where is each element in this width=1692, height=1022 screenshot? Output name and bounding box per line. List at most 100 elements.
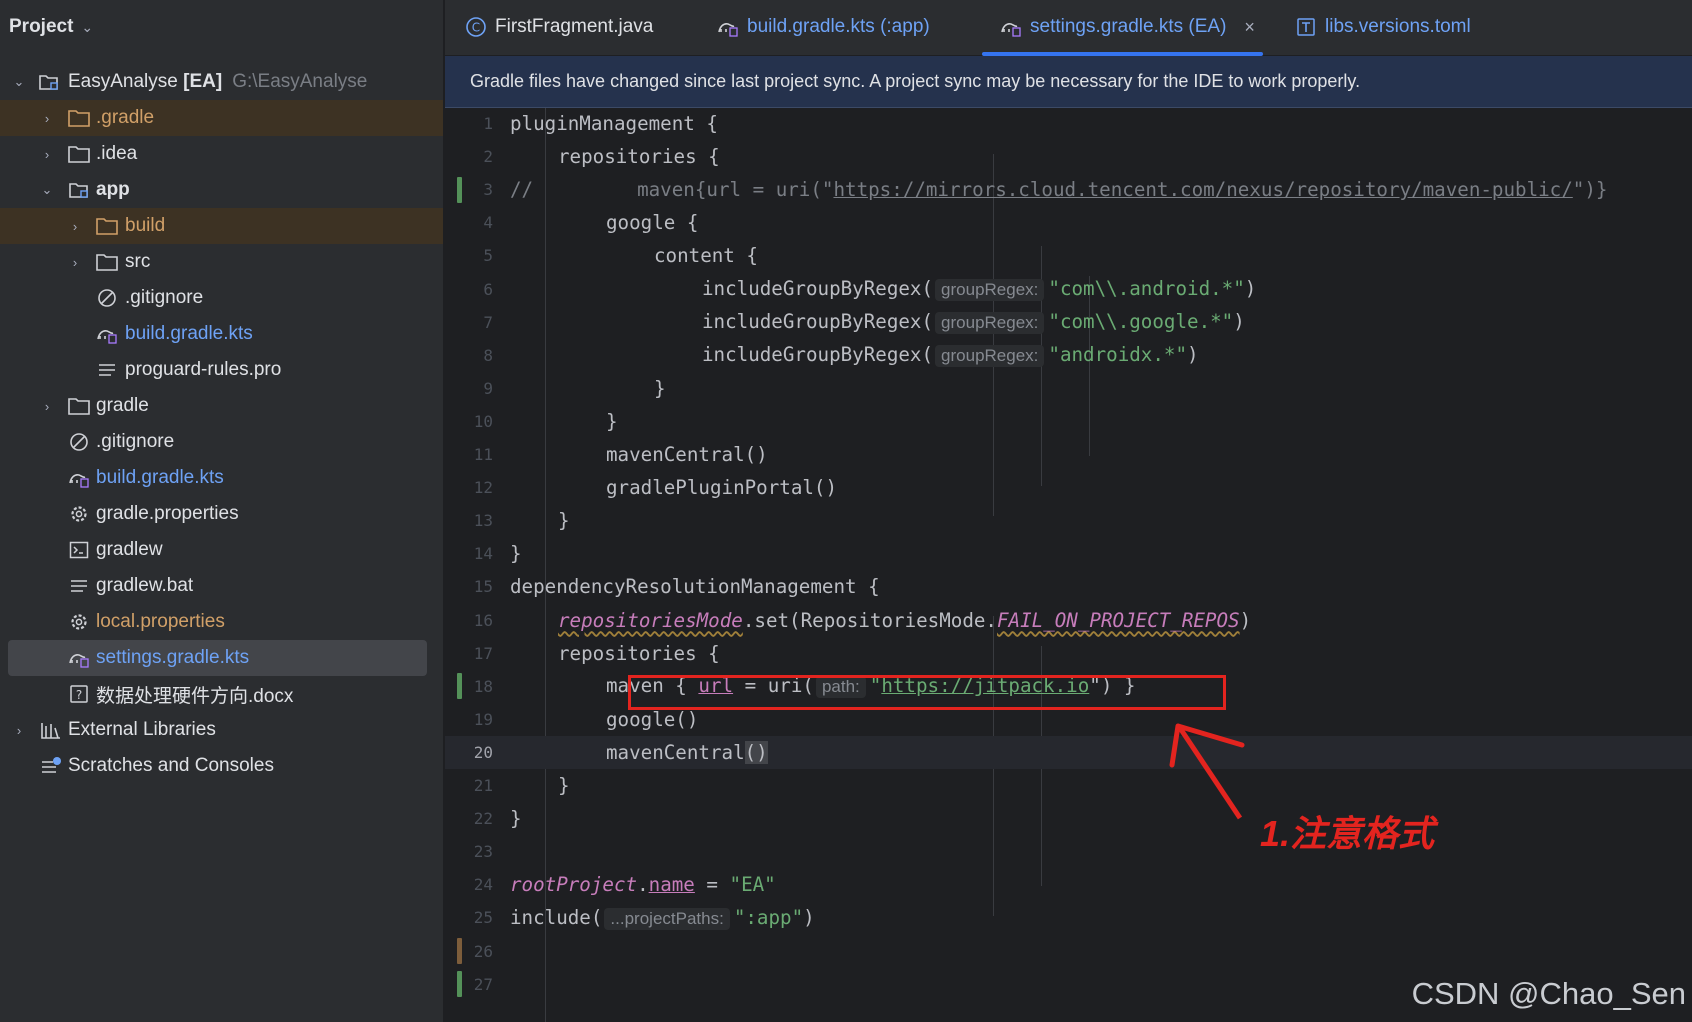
code-line[interactable]: 13} xyxy=(445,504,1692,537)
code-string: "EA" xyxy=(729,873,776,897)
highlight-box xyxy=(628,675,1226,710)
tree-item-label: 数据处理硬件方向.docx xyxy=(96,685,294,707)
line-number: 7 xyxy=(483,312,493,332)
code-text: repositories { xyxy=(558,145,720,168)
code-token: } xyxy=(510,542,522,566)
code-text: google() xyxy=(606,708,698,731)
project-view-selector[interactable]: Project ⌄ xyxy=(0,0,443,54)
code-line[interactable]: 1 pluginManagement { xyxy=(445,107,1692,140)
line-number: 9 xyxy=(483,378,493,398)
code-token: includeGroupByRegex( xyxy=(702,310,934,334)
code-line[interactable]: 22} xyxy=(445,802,1692,835)
tree-item-gradlew[interactable]: gradlew xyxy=(0,532,443,568)
chevron-down-icon[interactable]: ⌄ xyxy=(40,182,54,197)
tree-item-label: EasyAnalyse xyxy=(68,71,178,92)
gradle-kts-icon xyxy=(68,467,90,489)
tree-item-idea[interactable]: › .idea xyxy=(0,136,443,172)
tree-item-label: build.gradle.kts xyxy=(96,467,224,488)
tab-label: FirstFragment.java xyxy=(495,16,654,37)
code-line[interactable]: 20 mavenCentral() xyxy=(445,735,1692,769)
tree-item-gradle-properties[interactable]: gradle.properties xyxy=(0,496,443,532)
code-line[interactable]: 2 repositories { xyxy=(445,140,1692,173)
tree-item-gradle-folder[interactable]: › gradle xyxy=(0,388,443,424)
tree-item-external-libraries[interactable]: › External Libraries xyxy=(0,712,443,748)
code-text: rootProject.name = "EA" xyxy=(510,873,776,896)
code-token: ) xyxy=(1187,343,1199,367)
line-number: 8 xyxy=(483,345,493,365)
parameter-hint: groupRegex: xyxy=(935,345,1045,368)
tree-item-build[interactable]: › build xyxy=(0,208,443,244)
tree-item-label: .gitignore xyxy=(125,287,204,308)
code-line[interactable]: 9} xyxy=(445,372,1692,405)
tree-item-docx[interactable]: ? 数据处理硬件方向.docx xyxy=(0,676,443,712)
code-line[interactable]: 8 includeGroupByRegex(groupRegex: "android… xyxy=(445,339,1692,372)
chevron-right-icon[interactable]: › xyxy=(68,219,82,234)
settings-file-icon xyxy=(68,611,90,633)
code-line[interactable]: 12 gradlePluginPortal() xyxy=(445,471,1692,504)
code-line[interactable]: 4 google { xyxy=(445,206,1692,239)
code-text: // maven{url = uri("https://mirrors.clou… xyxy=(510,178,1607,201)
line-number: 6 xyxy=(483,279,493,299)
chevron-right-icon[interactable]: › xyxy=(68,255,82,270)
code-line[interactable]: 14} xyxy=(445,537,1692,570)
line-number: 20 xyxy=(473,742,493,762)
code-text: includeGroupByRegex(groupRegex: "androidx… xyxy=(702,343,1199,368)
tab-first-fragment[interactable]: C FirstFragment.java xyxy=(465,0,653,54)
code-text: include(...projectPaths: ":app") xyxy=(510,906,815,930)
code-line[interactable]: 23 xyxy=(445,835,1692,868)
code-line[interactable]: 6 includeGroupByRegex(groupRegex: "com\\.a… xyxy=(445,273,1692,306)
line-number: 11 xyxy=(473,445,493,464)
code-text: google { xyxy=(606,211,698,234)
text-file-icon xyxy=(96,359,118,381)
tree-item-src[interactable]: › src xyxy=(0,244,443,280)
code-line[interactable]: 25 include(...projectPaths: ":app") xyxy=(445,901,1692,934)
code-line[interactable]: 24 rootProject.name = "EA" xyxy=(445,868,1692,901)
close-tab-icon[interactable]: × xyxy=(1244,17,1255,38)
code-line[interactable]: 15 dependencyResolutionManagement { xyxy=(445,570,1692,603)
tree-item-label: build xyxy=(125,215,166,236)
folder-icon xyxy=(68,143,90,165)
code-property: FAIL_ON_PROJECT_REPOS xyxy=(997,608,1240,632)
tab-libs-versions-toml[interactable]: libs.versions.toml xyxy=(1295,0,1471,54)
tree-item-label: settings.gradle.kts xyxy=(96,647,250,668)
tree-item-project-root[interactable]: ⌄ EasyAnalyse [EA] G:\EasyAnalyse xyxy=(0,64,443,100)
tree-item-dot-gradle[interactable]: › .gradle xyxy=(0,100,443,136)
tree-item-app[interactable]: ⌄ app xyxy=(0,172,443,208)
chevron-right-icon[interactable]: › xyxy=(40,111,54,126)
code-editor[interactable]: 1 pluginManagement {2 repositories {3 // ma… xyxy=(445,108,1692,1022)
code-text: } xyxy=(654,377,666,400)
code-token: . xyxy=(637,873,649,897)
toml-file-icon xyxy=(1295,16,1317,38)
code-line[interactable]: 26 xyxy=(445,935,1692,968)
tab-settings-gradle-ea[interactable]: settings.gradle.kts (EA) × xyxy=(982,0,1263,56)
code-line[interactable]: 21} xyxy=(445,769,1692,802)
editor-tab-bar: C FirstFragment.java build.gradle.kts (:… xyxy=(445,0,1692,56)
code-line[interactable]: 3 // maven{url = uri("https://mirrors.clo… xyxy=(445,173,1692,206)
code-token: pluginManagement { xyxy=(510,112,718,135)
gradle-kts-icon xyxy=(717,16,739,38)
code-line[interactable]: 5 content { xyxy=(445,239,1692,272)
tab-build-gradle-app[interactable]: build.gradle.kts (:app) xyxy=(717,0,930,54)
tree-item-app-build-gradle-kts[interactable]: build.gradle.kts xyxy=(0,316,443,352)
tree-item-gradlew-bat[interactable]: gradlew.bat xyxy=(0,568,443,604)
tree-item-local-properties[interactable]: local.properties xyxy=(0,604,443,640)
code-line[interactable]: 17 repositories { xyxy=(445,637,1692,670)
tree-item-settings-gradle-kts[interactable]: settings.gradle.kts xyxy=(8,640,427,676)
tree-item-app-gitignore[interactable]: .gitignore xyxy=(0,280,443,316)
tree-item-root-gitignore[interactable]: .gitignore xyxy=(0,424,443,460)
tree-item-proguard-rules[interactable]: proguard-rules.pro xyxy=(0,352,443,388)
chevron-down-icon[interactable]: ⌄ xyxy=(12,74,26,89)
tree-item-scratches[interactable]: Scratches and Consoles xyxy=(0,748,443,784)
chevron-right-icon[interactable]: › xyxy=(12,723,26,738)
chevron-right-icon[interactable]: › xyxy=(40,147,54,162)
code-line[interactable]: 11 mavenCentral() xyxy=(445,438,1692,471)
tree-item-root-build-gradle-kts[interactable]: build.gradle.kts xyxy=(0,460,443,496)
code-line[interactable]: 7 includeGroupByRegex(groupRegex: "com\\.g… xyxy=(445,306,1692,339)
code-text: mavenCentral() xyxy=(606,443,768,466)
chevron-right-icon[interactable]: › xyxy=(40,399,54,414)
code-line[interactable]: 10} xyxy=(445,405,1692,438)
code-text: } xyxy=(558,774,570,797)
code-line[interactable]: 16 repositoriesMode.set(RepositoriesMode.… xyxy=(445,604,1692,637)
code-token: } xyxy=(606,409,618,433)
line-number: 15 xyxy=(473,577,493,597)
